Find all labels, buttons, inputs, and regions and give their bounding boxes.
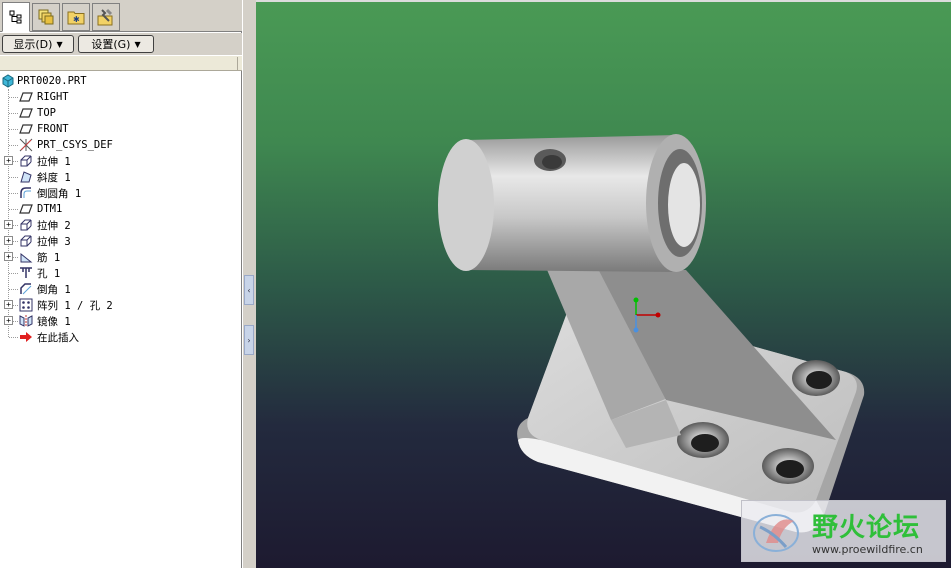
tree-item-label: RIGHT [37,91,69,103]
chamfer-icon [18,281,34,297]
flame-logo-icon [753,514,799,552]
tree-item-label: 斜度 1 [37,171,71,184]
tree-branch-line [9,209,18,210]
tree-branch-line [9,337,18,338]
settings-dropdown[interactable]: 设置(G) ▼ [78,35,154,53]
navigator-panel: ✱ 显示(D) ▼ 设置(G) ▼ PRT0020.PRT RIGHT TOP … [0,0,242,568]
tree-item[interactable]: 孔 1 [0,265,240,281]
tree-item-label: DTM1 [37,203,63,215]
tree-item[interactable]: + 拉伸 1 [0,153,240,169]
watermark-url: www.proewildfire.cn [812,543,923,556]
pattern-icon [18,297,34,313]
tree-item[interactable]: 在此插入 [0,329,240,345]
tree-item-label: TOP [37,107,56,119]
tree-item-label: FRONT [37,123,69,135]
proe-window: ✱ 显示(D) ▼ 设置(G) ▼ PRT0020.PRT RIGHT TOP … [0,0,951,568]
tree-item-label: PRT_CSYS_DEF [37,139,113,151]
chevron-down-icon: ▼ [134,39,141,49]
tree-icon [9,10,22,24]
rib-icon [18,249,34,265]
extrude-icon [18,153,34,169]
tree-item[interactable]: DTM1 [0,201,240,217]
tree-item[interactable]: TOP [0,105,240,121]
tree-item-label: 在此插入 [37,331,79,344]
part-model[interactable] [256,0,951,568]
tree-item[interactable]: + 拉伸 3 [0,233,240,249]
show-dropdown[interactable]: 显示(D) ▼ [2,35,74,53]
tree-branch-line [9,273,18,274]
draft-icon [18,169,34,185]
tree-item[interactable]: PRT_CSYS_DEF [0,137,240,153]
expand-toggle[interactable]: + [4,316,13,325]
datum-plane-icon [18,89,34,105]
show-dropdown-label: 显示(D) [13,38,53,51]
datum-plane-icon [18,121,34,137]
expand-toggle[interactable]: + [4,156,13,165]
expand-toggle[interactable]: + [4,236,13,245]
tree-item-label: 孔 1 [37,267,61,280]
extrude-icon [18,233,34,249]
tree-branch-line [9,113,18,114]
tree-branch-line [9,177,18,178]
mirror-icon [18,313,34,329]
datum-plane-icon [18,105,34,121]
forum-watermark: 野火论坛 www.proewildfire.cn [741,500,946,562]
tree-item-label: 筋 1 [37,251,61,264]
column-resize-handle[interactable] [237,57,240,70]
tree-item[interactable]: 倒角 1 [0,281,240,297]
extrude-icon [18,217,34,233]
insert-here-icon [18,329,34,345]
tree-column-header[interactable] [0,55,242,71]
tree-item-label: 镜像 1 [37,315,71,328]
tree-branch-line [9,289,18,290]
layers-tab[interactable] [32,3,60,31]
tree-item-label: 拉伸 3 [37,235,71,248]
tree-branch-line [9,97,18,98]
csys-icon [18,137,34,153]
tree-item[interactable]: + 筋 1 [0,249,240,265]
tree-item[interactable]: + 镜像 1 [0,313,240,329]
graphics-viewport[interactable]: 野火论坛 www.proewildfire.cn [256,0,951,568]
layers-icon [38,9,54,25]
favorites-tab[interactable] [92,3,120,31]
tree-root-item[interactable]: PRT0020.PRT [0,73,240,89]
expand-toggle[interactable]: + [4,252,13,261]
expand-panel-button[interactable]: › [244,325,254,355]
navigator-tab-strip: ✱ [0,0,242,32]
tree-item-label: 倒圆角 1 [37,187,82,200]
settings-dropdown-label: 设置(G) [91,38,131,51]
folder-browser-tab[interactable]: ✱ [62,3,90,31]
round-icon [18,185,34,201]
svg-text:✱: ✱ [73,15,80,24]
collapse-panel-button[interactable]: ‹ [244,275,254,305]
tree-branch-line [9,129,18,130]
part-icon [0,73,16,89]
tree-item-label: 拉伸 2 [37,219,71,232]
watermark-title: 野火论坛 [812,513,921,543]
cylinder-boss [438,134,706,272]
tree-item-label: 拉伸 1 [37,155,71,168]
expand-toggle[interactable]: + [4,220,13,229]
expand-toggle[interactable]: + [4,300,13,309]
hole-icon [18,265,34,281]
tree-item[interactable]: RIGHT [0,89,240,105]
folder-icon: ✱ [67,11,85,25]
tree-item-label: 阵列 1 / 孔 2 [37,299,113,312]
tree-item[interactable]: + 拉伸 2 [0,217,240,233]
chevron-down-icon: ▼ [56,39,63,49]
tree-branch-line [9,145,18,146]
tree-item-label: 倒角 1 [37,283,71,296]
tools-icon [97,8,113,26]
panel-splitter[interactable]: ‹ › [242,0,256,568]
tree-item[interactable]: 斜度 1 [0,169,240,185]
navigator-toolbar: 显示(D) ▼ 设置(G) ▼ [0,33,242,55]
tree-item[interactable]: + 阵列 1 / 孔 2 [0,297,240,313]
tree-root-label: PRT0020.PRT [17,75,87,87]
tree-branch-line [9,193,18,194]
datum-plane-icon [18,201,34,217]
tree-item[interactable]: 倒圆角 1 [0,185,240,201]
model-tree-tab[interactable] [2,2,30,32]
tree-item[interactable]: FRONT [0,121,240,137]
